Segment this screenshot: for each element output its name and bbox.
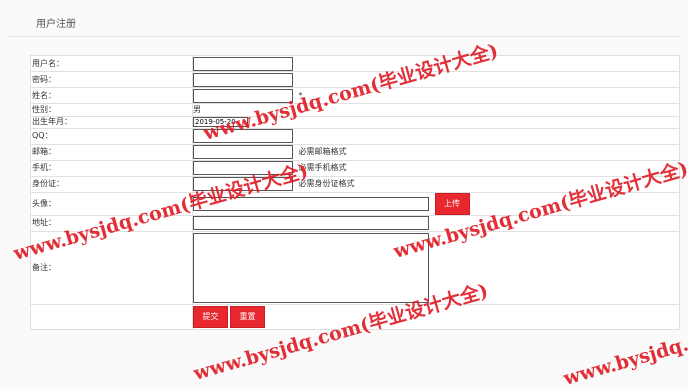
remark-textarea[interactable]	[193, 232, 429, 303]
qq-label: QQ：	[30, 127, 193, 145]
username-label: 用户名：	[30, 55, 193, 72]
qq-cell	[192, 127, 680, 145]
avatar-cell: 上传	[192, 191, 680, 216]
remark-cell	[192, 230, 680, 305]
avatar-label: 头像：	[30, 191, 193, 216]
phone-hint: 必需手机格式	[298, 163, 347, 172]
name-input[interactable]	[193, 88, 293, 103]
gender-label: 性别：	[30, 103, 193, 117]
form-row-password: 密码：	[30, 71, 680, 88]
id-card-input[interactable]	[193, 177, 293, 191]
address-label: 地址：	[30, 214, 193, 232]
qq-input[interactable]	[193, 129, 293, 143]
avatar-input[interactable]	[193, 196, 429, 211]
id-card-cell: 必需身份证格式	[192, 175, 680, 193]
page-title: 用户注册	[36, 19, 76, 30]
email-label: 邮箱：	[30, 143, 193, 161]
form-row-name: 姓名： *	[30, 87, 680, 104]
gender-cell: 男	[192, 103, 680, 117]
phone-cell: 必需手机格式	[192, 159, 680, 177]
form-row-username: 用户名：	[30, 55, 680, 72]
form-row-qq: QQ：	[30, 127, 680, 145]
title-divider	[8, 36, 680, 37]
remark-label: 备注：	[30, 230, 193, 305]
birthdate-input[interactable]	[193, 117, 248, 127]
password-input[interactable]	[193, 72, 293, 87]
password-label: 密码：	[30, 71, 193, 88]
form-row-email: 邮箱： 必需邮箱格式	[30, 143, 680, 161]
phone-label: 手机：	[30, 159, 193, 177]
birthdate-label: 出生年月：	[30, 116, 193, 129]
id-card-label: 身份证：	[30, 175, 193, 193]
registration-form: 用户名： 密码： 姓名： * 性别： 男 出生年月： QQ： 邮箱	[30, 55, 680, 330]
form-row-phone: 手机： 必需手机格式	[30, 159, 680, 177]
form-row-avatar: 头像： 上传	[30, 191, 680, 216]
address-input[interactable]	[193, 216, 429, 230]
email-cell: 必需邮箱格式	[192, 143, 680, 161]
form-row-gender: 性别： 男	[30, 103, 680, 117]
submit-button[interactable]: 提交	[193, 305, 228, 328]
form-row-id-card: 身份证： 必需身份证格式	[30, 175, 680, 193]
form-row-address: 地址：	[30, 214, 680, 232]
actions-cell: 提交 重置	[192, 303, 680, 330]
form-row-birthdate: 出生年月：	[30, 116, 680, 129]
form-row-actions: 提交 重置	[30, 303, 680, 330]
gender-select[interactable]: 男	[193, 105, 201, 114]
name-cell: *	[192, 87, 680, 104]
password-cell	[192, 71, 680, 88]
username-cell	[192, 55, 680, 72]
email-input[interactable]	[193, 145, 293, 159]
id-card-hint: 必需身份证格式	[298, 179, 355, 188]
birthdate-cell	[192, 116, 680, 129]
reset-button[interactable]: 重置	[230, 305, 265, 328]
form-row-remark: 备注：	[30, 230, 680, 305]
phone-input[interactable]	[193, 161, 293, 175]
upload-button[interactable]: 上传	[434, 192, 470, 215]
email-hint: 必需邮箱格式	[298, 147, 347, 156]
name-label: 姓名：	[30, 87, 193, 104]
address-cell	[192, 214, 680, 232]
required-mark: *	[298, 90, 303, 100]
actions-spacer	[30, 303, 193, 330]
username-input[interactable]	[193, 56, 293, 71]
